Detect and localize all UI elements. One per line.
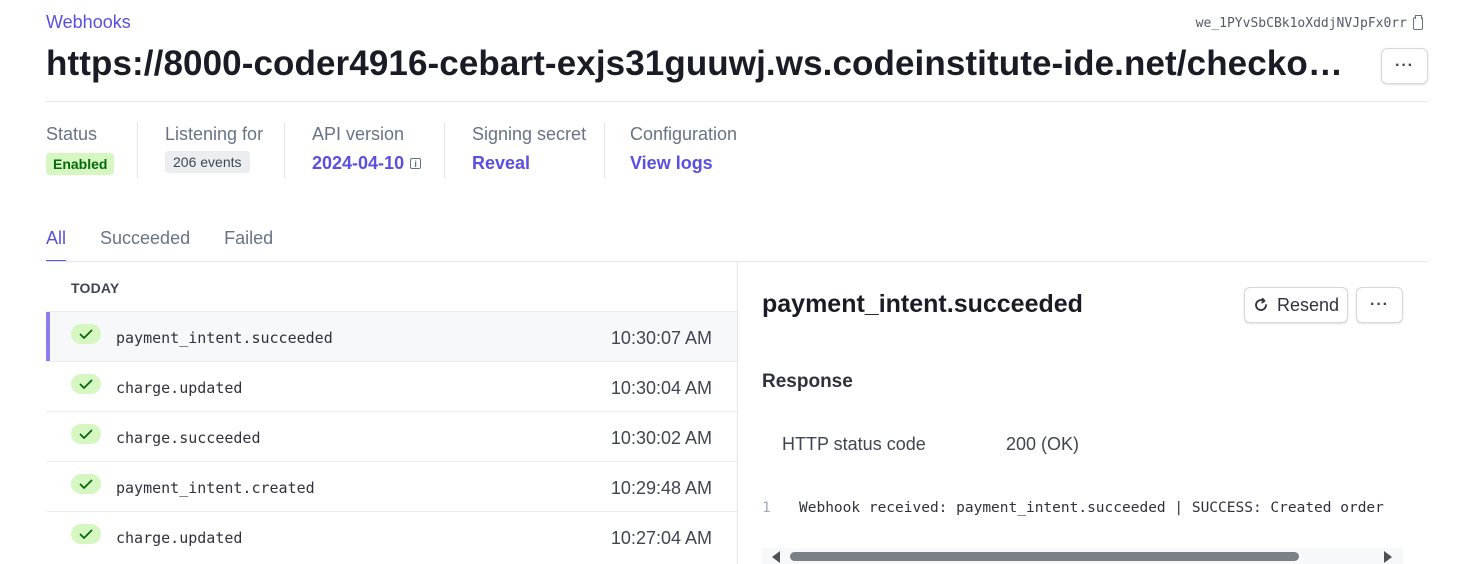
- meta-status: Status Enabled: [46, 124, 115, 180]
- response-body: 1 Webhook received: payment_intent.succee…: [762, 500, 1402, 516]
- meta-separator: [137, 122, 138, 178]
- resend-button[interactable]: Resend: [1244, 287, 1348, 323]
- status-label: Status: [46, 124, 98, 144]
- check-icon: [71, 424, 101, 444]
- check-icon: [71, 374, 101, 394]
- event-row[interactable]: payment_intent.succeeded 10:30:07 AM: [46, 311, 737, 361]
- panel-divider: [737, 262, 738, 564]
- webhook-id-text: we_1PYvSbCBk1oXddjNVJpFx0rr: [1195, 16, 1407, 31]
- resend-label: Resend: [1276, 294, 1340, 315]
- event-row[interactable]: charge.succeeded 10:30:02 AM: [46, 411, 737, 461]
- event-detail-title: payment_intent.succeeded: [762, 290, 1083, 318]
- view-logs-link[interactable]: View logs: [630, 153, 737, 174]
- scrollbar-thumb[interactable]: [790, 552, 1299, 561]
- event-row[interactable]: payment_intent.created 10:29:48 AM: [46, 461, 737, 511]
- api-version-label: API version: [312, 124, 405, 144]
- refresh-icon: [1255, 297, 1267, 311]
- event-time: 10:29:48 AM: [610, 478, 712, 498]
- event-time: 10:27:04 AM: [610, 528, 712, 548]
- response-body-text: Webhook received: payment_intent.succeed…: [799, 500, 1384, 516]
- meta-separator: [604, 122, 605, 178]
- api-version-text: 2024-04-10: [312, 153, 405, 173]
- event-name: charge.updated: [116, 379, 243, 397]
- meta-api-version: API version 2024-04-10 i: [312, 124, 422, 180]
- ellipsis-icon: ···: [1370, 296, 1389, 313]
- tab-all[interactable]: All: [46, 228, 67, 262]
- check-icon: [71, 324, 101, 344]
- line-number: 1: [762, 500, 771, 516]
- info-icon[interactable]: i: [410, 158, 422, 169]
- events-count-badge[interactable]: 206 events: [165, 151, 250, 173]
- event-name: payment_intent.succeeded: [116, 329, 333, 347]
- more-options-button[interactable]: ···: [1381, 48, 1428, 84]
- scroll-left-icon[interactable]: [772, 551, 780, 563]
- event-row[interactable]: charge.updated 10:30:04 AM: [46, 361, 737, 411]
- breadcrumb-webhooks[interactable]: Webhooks: [46, 12, 131, 33]
- copy-icon[interactable]: [1413, 15, 1423, 30]
- page-title: https://8000-coder4916-cebart-exjs31guuw…: [46, 44, 1346, 83]
- event-name: charge.updated: [116, 529, 243, 547]
- signing-secret-label: Signing secret: [472, 124, 587, 144]
- meta-signing-secret: Signing secret Reveal: [472, 124, 586, 180]
- meta-separator: [284, 122, 285, 178]
- configuration-label: Configuration: [630, 124, 738, 144]
- check-icon: [71, 474, 101, 494]
- api-version-value[interactable]: 2024-04-10 i: [312, 153, 422, 174]
- event-time: 10:30:04 AM: [610, 378, 712, 398]
- response-heading: Response: [762, 371, 853, 392]
- event-tabs: All Succeeded Failed: [46, 228, 273, 262]
- meta-listening: Listening for 206 events: [165, 124, 263, 180]
- event-time: 10:30:07 AM: [610, 328, 712, 348]
- tab-succeeded[interactable]: Succeeded: [100, 228, 190, 259]
- status-badge: Enabled: [46, 153, 115, 175]
- divider: [46, 101, 1427, 102]
- list-group-heading: TODAY: [71, 280, 120, 296]
- detail-more-button[interactable]: ···: [1356, 287, 1403, 323]
- http-status-value: 200 (OK): [1006, 434, 1080, 454]
- check-icon: [71, 524, 101, 544]
- event-row[interactable]: charge.updated 10:27:04 AM: [46, 511, 737, 561]
- event-name: charge.succeeded: [116, 429, 261, 447]
- reveal-link[interactable]: Reveal: [472, 153, 586, 174]
- meta-separator: [444, 122, 445, 178]
- event-name: payment_intent.created: [116, 479, 315, 497]
- scroll-right-icon[interactable]: [1384, 551, 1392, 563]
- ellipsis-icon: ···: [1395, 57, 1414, 74]
- event-time: 10:30:02 AM: [610, 428, 712, 448]
- tab-failed[interactable]: Failed: [224, 228, 273, 259]
- meta-configuration: Configuration View logs: [630, 124, 737, 180]
- listening-label: Listening for: [165, 124, 264, 144]
- webhook-id: we_1PYvSbCBk1oXddjNVJpFx0rr: [1195, 15, 1423, 31]
- event-list: payment_intent.succeeded 10:30:07 AM cha…: [46, 311, 737, 561]
- http-status-label: HTTP status code: [782, 434, 926, 454]
